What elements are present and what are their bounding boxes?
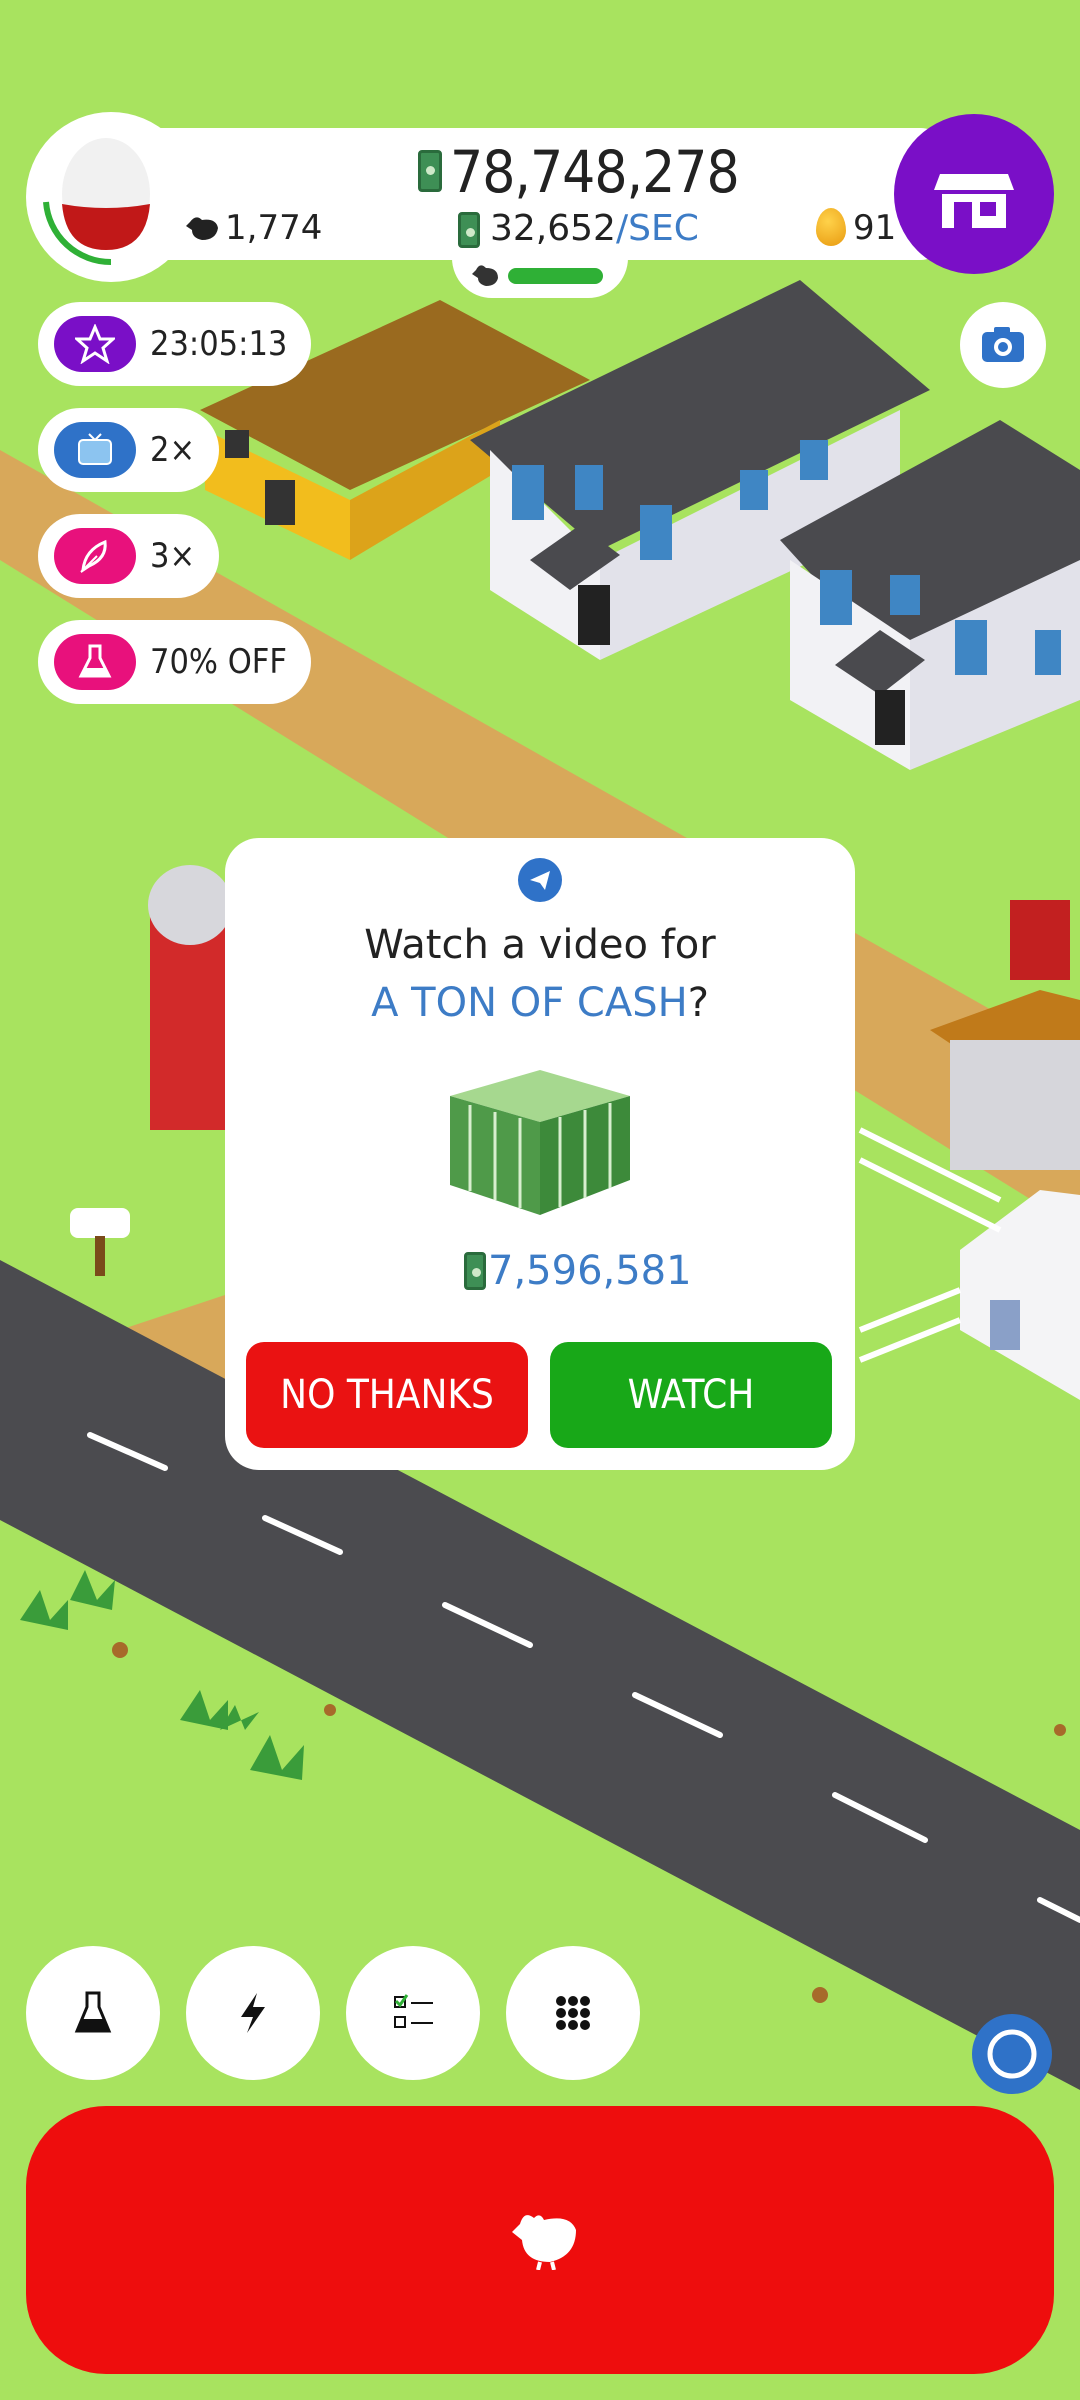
- egg-progress[interactable]: [26, 112, 196, 282]
- golden-egg-count: 91: [853, 208, 897, 248]
- boosts-button[interactable]: [186, 1946, 320, 2080]
- circle-icon: [987, 2029, 1037, 2079]
- flask-icon: [54, 634, 136, 690]
- dialog-subtitle-suffix: ?: [687, 980, 709, 1026]
- telegram-icon: [518, 858, 562, 902]
- boost-feather-label: 3×: [150, 536, 196, 576]
- boost-video-label: 2×: [150, 430, 196, 470]
- tv-icon: [54, 422, 136, 478]
- boost-feather-multiplier[interactable]: 3×: [38, 514, 220, 598]
- camera-icon: [982, 327, 1024, 362]
- boost-timer-label: 23:05:13: [150, 324, 288, 364]
- feather-icon: [54, 528, 136, 584]
- progress-fill: [508, 268, 603, 284]
- chicken-icon: [186, 217, 218, 240]
- boost-video-multiplier[interactable]: 2×: [38, 408, 220, 492]
- research-button[interactable]: [26, 1946, 160, 2080]
- menu-button[interactable]: [506, 1946, 640, 2080]
- boost-discount-label: 70% OFF: [150, 642, 287, 682]
- assistant-button[interactable]: [972, 2014, 1052, 2094]
- income-rate: 32,652/SEC: [490, 208, 699, 249]
- income-rate-value: 32,652: [490, 208, 616, 249]
- chicken-count: 1,774: [225, 208, 323, 248]
- lightning-icon: [241, 1993, 265, 2033]
- missions-button[interactable]: [346, 1946, 480, 2080]
- flask-icon: [74, 1991, 112, 2033]
- watch-button[interactable]: WATCH: [550, 1342, 832, 1448]
- grid-icon: [556, 1996, 590, 2030]
- chick-icon: [472, 265, 498, 286]
- dialog-subtitle-text: A TON OF CASH: [371, 980, 688, 1026]
- cash-stack-icon: [450, 1070, 630, 1215]
- dialog-subtitle: A TON OF CASH?: [225, 980, 855, 1026]
- reward-cash-icon: [464, 1252, 486, 1290]
- chicken-icon: [512, 2215, 576, 2270]
- shop-button[interactable]: [894, 114, 1054, 274]
- cash-rate-icon: [458, 212, 480, 248]
- boost-timer[interactable]: 23:05:13: [38, 302, 312, 386]
- golden-egg-icon: [816, 208, 846, 246]
- dialog-title: Watch a video for: [364, 922, 716, 968]
- cash-total: 78,748,278: [450, 138, 740, 206]
- star-icon: [54, 316, 136, 372]
- income-rate-unit: /SEC: [615, 208, 699, 249]
- camera-button[interactable]: [960, 302, 1046, 388]
- boost-research-discount[interactable]: 70% OFF: [38, 620, 311, 704]
- checklist-icon: [394, 1994, 433, 2028]
- cash-icon: [418, 150, 442, 192]
- egg-icon: [43, 138, 150, 266]
- no-thanks-button[interactable]: NO THANKS: [246, 1342, 528, 1448]
- reward-amount: 7,596,581: [488, 1248, 692, 1294]
- shop-icon: [934, 174, 1014, 228]
